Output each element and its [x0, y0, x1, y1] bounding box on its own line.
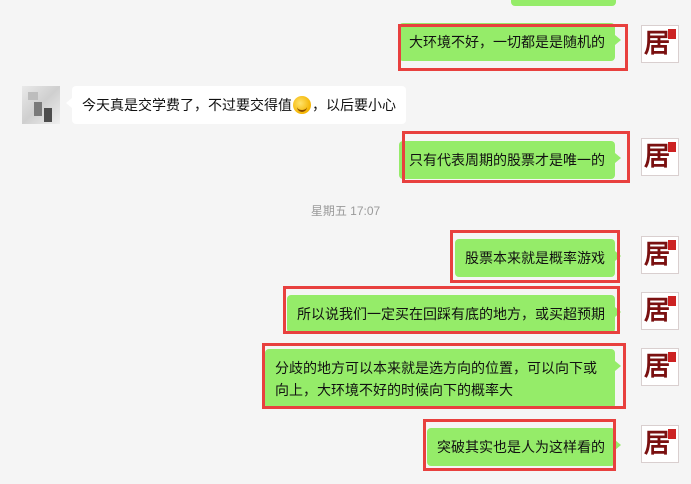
message-bubble-2[interactable]: 只有代表周期的股票才是唯一的	[399, 141, 621, 179]
message-text-1: 大环境不好，一切都是是随机的	[409, 34, 605, 50]
message-bubble-incoming[interactable]: 今天真是交学费了，不过要交得值 ，以后要小心	[66, 86, 406, 124]
my-avatar[interactable]: 居	[641, 292, 679, 330]
my-avatar[interactable]: 居	[641, 138, 679, 176]
message-text-5: 分歧的地方可以本来就是选方向的位置，可以向下或向上，大环境不好的时候向下的概率大	[275, 360, 597, 398]
message-bubble-4[interactable]: 所以说我们一定买在回踩有底的地方，或买超预期	[287, 295, 621, 333]
message-text-6: 突破其实也是人为这样看的	[437, 439, 605, 455]
partial-message-bubble	[511, 0, 616, 6]
message-text-4: 所以说我们一定买在回踩有底的地方，或买超预期	[297, 306, 605, 322]
message-text-2: 只有代表周期的股票才是唯一的	[409, 152, 605, 168]
my-avatar[interactable]: 居	[641, 236, 679, 274]
message-bubble-3[interactable]: 股票本来就是概率游戏	[455, 239, 621, 277]
message-text-3: 股票本来就是概率游戏	[465, 250, 605, 266]
my-avatar[interactable]: 居	[641, 348, 679, 386]
contact-avatar[interactable]	[22, 86, 60, 124]
message-text-incoming-b: ，以后要小心	[312, 97, 396, 113]
my-avatar[interactable]: 居	[641, 25, 679, 63]
message-bubble-6[interactable]: 突破其实也是人为这样看的	[427, 428, 621, 466]
message-bubble-5[interactable]: 分歧的地方可以本来就是选方向的位置，可以向下或向上，大环境不好的时候向下的概率大	[265, 349, 621, 409]
grin-sweat-emoji-icon	[293, 96, 311, 114]
my-avatar[interactable]: 居	[641, 425, 679, 463]
chat-timestamp: 星期五 17:07	[310, 204, 381, 218]
message-bubble-1[interactable]: 大环境不好，一切都是是随机的	[399, 23, 621, 61]
message-text-incoming-a: 今天真是交学费了，不过要交得值	[82, 97, 292, 113]
